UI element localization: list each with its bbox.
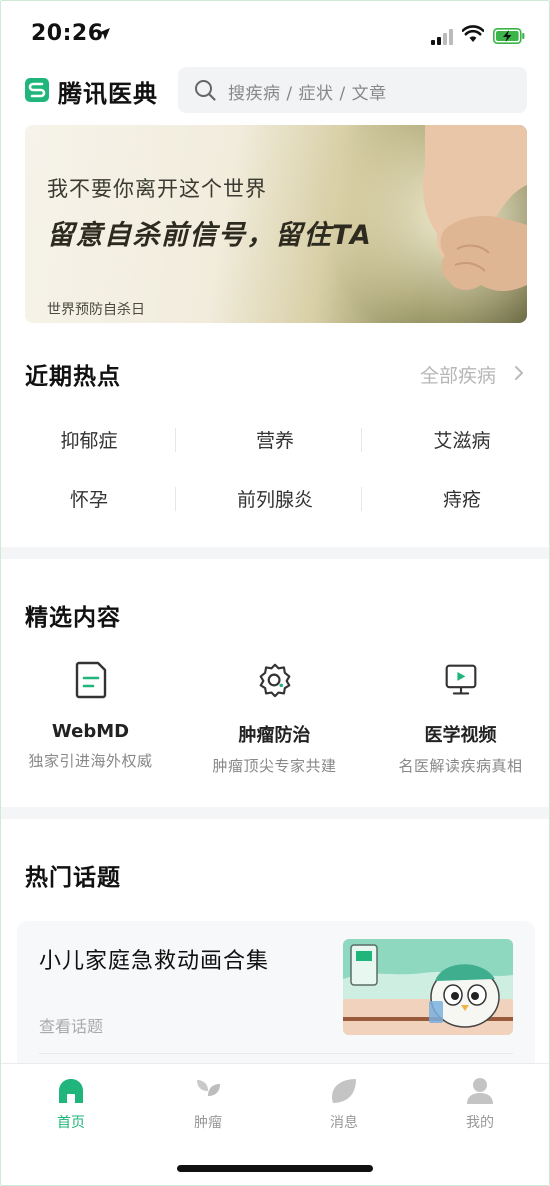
hot-topic-item[interactable]: 怀孕 <box>14 485 164 512</box>
tab-label: 消息 <box>330 1115 358 1131</box>
featured-title: 医学视频 <box>424 725 497 746</box>
leaf-message-icon <box>332 1079 356 1103</box>
home-indicator[interactable] <box>177 1165 373 1172</box>
topics-section-title-wrap: 热门话题 <box>23 858 121 898</box>
featured-webmd[interactable]: WebMD 独家引进海外权威 <box>1 661 182 771</box>
topic-card[interactable]: 小儿家庭急救动画合集 查看话题 <box>17 921 535 1071</box>
sprout-icon <box>197 1080 220 1104</box>
featured-title: WebMD <box>51 721 130 742</box>
search-icon <box>195 80 216 101</box>
featured-tumor[interactable]: 肿瘤防治 肿瘤顶尖专家共建 <box>183 661 366 776</box>
banner-headline: 留意自杀前信号，留住TA <box>47 220 373 251</box>
featured-title: 肿瘤防治 <box>238 725 311 746</box>
search-placeholder: 搜疾病 / 症状 / 文章 <box>228 84 387 104</box>
hot-section-title: 近期热点 <box>23 357 121 397</box>
divider <box>175 428 176 452</box>
card-divider <box>39 1053 513 1054</box>
featured-section-title-wrap: 精选内容 <box>23 598 121 638</box>
topics-section-title: 热门话题 <box>23 858 121 898</box>
tab-label: 肿瘤 <box>194 1115 222 1131</box>
battery-charging-icon <box>493 28 525 44</box>
banner-subtitle: 我不要你离开这个世界 <box>47 177 267 201</box>
home-icon <box>59 1079 83 1103</box>
cellular-signal-icon <box>431 29 457 45</box>
holding-hands-image <box>422 125 527 291</box>
divider <box>361 428 362 452</box>
video-monitor-icon <box>445 664 476 695</box>
hot-topic-item[interactable]: 艾滋病 <box>387 426 537 453</box>
hot-topic-item[interactable]: 前列腺炎 <box>200 485 350 512</box>
tab-messages[interactable]: 消息 <box>294 1076 394 1132</box>
divider <box>175 487 176 511</box>
app-name: 腾讯医典 <box>58 80 158 108</box>
tab-profile[interactable]: 我的 <box>430 1076 530 1132</box>
status-bar: 20:26 <box>1 1 549 63</box>
featured-section-title-text: 精选内容 <box>25 605 121 631</box>
hot-topic-item[interactable]: 痔疮 <box>387 485 537 512</box>
featured-section-title: 精选内容 <box>23 598 121 638</box>
status-time: 20:26 <box>31 21 104 46</box>
hot-topic-item[interactable]: 营养 <box>200 426 350 453</box>
tab-tumor[interactable]: 肿瘤 <box>158 1076 258 1132</box>
app-frame: 20:26 腾讯医典 搜疾病 / 症状 / 文章 我不要你离开这个世界 留意自杀… <box>0 0 550 1186</box>
search-bar[interactable]: 搜疾病 / 症状 / 文章 <box>178 67 527 113</box>
location-arrow-icon <box>98 28 110 40</box>
featured-desc: 肿瘤顶尖专家共建 <box>212 757 337 775</box>
hot-section-title-text: 近期热点 <box>25 364 121 390</box>
promo-banner[interactable]: 我不要你离开这个世界 留意自杀前信号，留住TA 世界预防自杀日 <box>25 125 527 323</box>
wifi-icon <box>462 25 484 42</box>
app-header: 腾讯医典 搜疾病 / 症状 / 文章 <box>1 63 549 119</box>
document-icon <box>75 661 106 699</box>
all-diseases-link[interactable]: 全部疾病 <box>420 361 496 388</box>
tab-label: 首页 <box>57 1115 85 1131</box>
view-topic-link[interactable]: 查看话题 <box>39 1013 103 1037</box>
topics-section-title-text: 热门话题 <box>25 865 121 891</box>
tab-home[interactable]: 首页 <box>21 1076 121 1132</box>
featured-desc: 名医解读疾病真相 <box>398 757 523 775</box>
featured-desc: 独家引进海外权威 <box>28 752 153 770</box>
app-logo-icon <box>25 78 49 102</box>
section-gap <box>1 547 549 559</box>
chevron-right-icon[interactable] <box>514 365 524 381</box>
banner-footnote: 世界预防自杀日 <box>47 302 145 318</box>
hot-section-title-wrap: 近期热点 <box>23 357 121 397</box>
tab-label: 我的 <box>466 1115 494 1131</box>
topic-card-title: 小儿家庭急救动画合集 <box>39 949 270 974</box>
divider <box>361 487 362 511</box>
gear-badge-icon <box>259 663 290 698</box>
hot-topic-item[interactable]: 抑郁症 <box>14 426 164 453</box>
featured-video[interactable]: 医学视频 名医解读疾病真相 <box>369 661 549 776</box>
person-icon <box>467 1078 493 1104</box>
topic-thumbnail-image <box>343 939 513 1035</box>
section-gap <box>1 807 549 819</box>
